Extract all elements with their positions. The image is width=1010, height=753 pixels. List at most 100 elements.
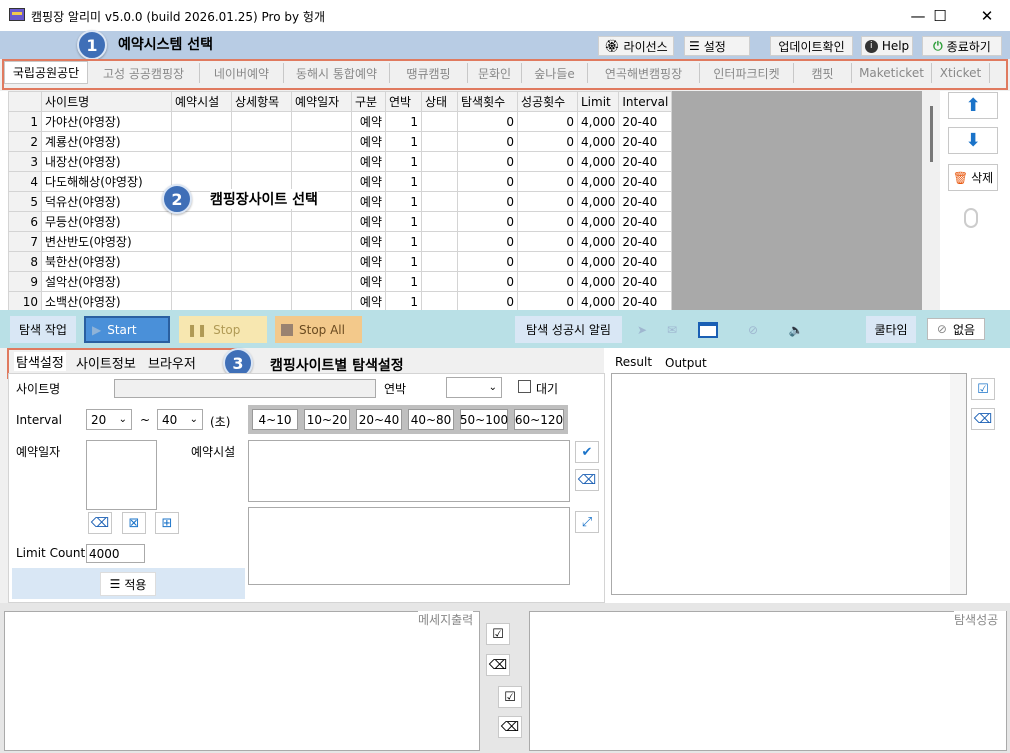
telegram-icon[interactable]: ➤ <box>632 316 652 343</box>
table-cell <box>421 271 458 292</box>
check-all-icon[interactable]: ✔ <box>575 441 599 463</box>
seconds-label: (초) <box>210 415 231 429</box>
add-date-icon[interactable]: ⊞ <box>155 512 179 534</box>
eraser-icon[interactable]: ⌫ <box>486 654 510 676</box>
column-header[interactable]: 상태 <box>421 91 458 112</box>
result-scrollbar[interactable] <box>950 374 966 594</box>
move-down-button[interactable]: ⬇ <box>948 127 998 154</box>
table-cell: 0 <box>517 131 578 152</box>
table-cell <box>291 271 352 292</box>
badge-2: 2 <box>162 184 192 214</box>
table-cell: 20-40 <box>618 211 673 232</box>
interval-preset-button[interactable]: 4~10 <box>252 409 298 430</box>
column-header[interactable]: 상세항목 <box>231 91 292 112</box>
interval-preset-button[interactable]: 20~40 <box>356 409 402 430</box>
table-row[interactable]: 1 가야산(야영장) 예약 1 0 0 4,000 20-40 <box>8 111 673 132</box>
table-cell: 0 <box>517 211 578 232</box>
message-icon[interactable]: ✉ <box>662 316 682 343</box>
table-cell: 20-40 <box>618 271 673 292</box>
interval-preset-button[interactable]: 50~100 <box>460 409 508 430</box>
check-icon[interactable]: ☑ <box>486 623 510 645</box>
column-header[interactable]: 사이트명 <box>41 91 172 112</box>
table-cell <box>171 231 232 252</box>
site-name-input[interactable] <box>114 379 376 398</box>
window-notify-icon[interactable] <box>696 316 720 343</box>
table-row[interactable]: 8 북한산(야영장) 예약 1 0 0 4,000 20-40 <box>8 251 673 272</box>
close-button[interactable]: ✕ <box>964 0 1010 31</box>
column-header[interactable]: 구분 <box>351 91 386 112</box>
interval-to-select[interactable]: 40 ⌄ <box>157 409 203 430</box>
table-row[interactable]: 6 무등산(야영장) 예약 1 0 0 4,000 20-40 <box>8 211 673 232</box>
table-row[interactable]: 7 변산반도(야영장) 예약 1 0 0 4,000 20-40 <box>8 231 673 252</box>
delete-button[interactable]: 🗑 삭제 <box>948 164 998 191</box>
table-row[interactable]: 3 내장산(야영장) 예약 1 0 0 4,000 20-40 <box>8 151 673 172</box>
table-cell: 0 <box>457 131 518 152</box>
grid-scroll-thumb[interactable] <box>930 106 933 162</box>
table-cell: 20-40 <box>618 251 673 272</box>
delete-date-icon[interactable]: ⊠ <box>122 512 146 534</box>
chevron-down-icon: ⌄ <box>488 382 497 393</box>
column-header[interactable]: 성공횟수 <box>517 91 578 112</box>
tab-output[interactable]: Output <box>663 356 709 370</box>
cooltime-label: 쿨타임 <box>866 316 916 343</box>
table-row[interactable]: 9 설악산(야영장) 예약 1 0 0 4,000 20-40 <box>8 271 673 292</box>
start-button[interactable]: ▶ Start <box>84 316 170 343</box>
table-cell <box>421 131 458 152</box>
column-header[interactable]: 예약일자 <box>291 91 352 112</box>
table-cell: 4,000 <box>576 191 620 212</box>
eraser-icon[interactable]: ⌫ <box>971 408 995 430</box>
result-area[interactable] <box>611 373 967 595</box>
column-header[interactable]: 예약시설 <box>171 91 232 112</box>
move-up-button[interactable]: ⬆ <box>948 92 998 119</box>
table-cell: 4,000 <box>576 251 620 272</box>
limit-count-label: Limit Count <box>16 546 86 560</box>
check-icon[interactable]: ☑ <box>498 686 522 708</box>
message-output[interactable] <box>4 611 480 751</box>
table-cell: 0 <box>517 111 578 132</box>
stop-button[interactable]: ❚❚ Stop <box>179 316 267 343</box>
interval-from-select[interactable]: 20 ⌄ <box>86 409 132 430</box>
eraser-icon[interactable]: ⌫ <box>575 469 599 491</box>
table-row[interactable]: 5 덕유산(야영장) 예약 1 0 0 4,000 20-40 <box>8 191 673 212</box>
table-row[interactable]: 10 소백산(야영장) 예약 1 0 0 4,000 20-40 <box>8 291 673 312</box>
table-row[interactable]: 2 계룡산(야영장) 예약 1 0 0 4,000 20-40 <box>8 131 673 152</box>
apply-button[interactable]: ☰ 적용 <box>100 572 156 596</box>
settings-button[interactable]: ☰ 설정 <box>684 36 750 56</box>
wait-checkbox[interactable] <box>518 380 531 393</box>
search-success-output[interactable] <box>529 611 1007 751</box>
limit-count-input[interactable]: 4000 <box>86 544 145 563</box>
interval-preset-button[interactable]: 40~80 <box>408 409 454 430</box>
update-check-button[interactable]: 업데이트확인 <box>770 36 853 56</box>
maximize-button[interactable]: ☐ <box>917 0 963 31</box>
dates-list[interactable] <box>86 440 157 510</box>
exit-button[interactable]: ⏻ 종료하기 <box>922 36 1002 56</box>
facility-list[interactable] <box>248 440 570 502</box>
table-cell <box>421 231 458 252</box>
badge-1: 1 <box>77 30 107 60</box>
table-cell: 4,000 <box>576 131 620 152</box>
tab-result[interactable]: Result <box>615 355 652 369</box>
column-header[interactable]: Interval <box>618 91 673 112</box>
table-cell: 20-40 <box>618 131 673 152</box>
check-icon[interactable]: ☑ <box>971 378 995 400</box>
table-row[interactable]: 4 다도해해상(야영장) 예약 1 0 0 4,000 20-40 <box>8 171 673 192</box>
eraser-icon[interactable]: ⌫ <box>88 512 112 534</box>
stop-all-button[interactable]: Stop All <box>275 316 362 343</box>
expand-icon[interactable]: ⤢ <box>575 511 599 533</box>
sliders-icon: ☰ <box>689 39 700 53</box>
eraser-icon[interactable]: ⌫ <box>498 716 522 738</box>
interval-preset-button[interactable]: 10~20 <box>304 409 350 430</box>
sound-icon[interactable]: 🔈 <box>785 316 807 343</box>
table-cell: 예약 <box>351 151 386 172</box>
column-header[interactable]: 탐색횟수 <box>457 91 518 112</box>
column-header[interactable]: Limit <box>576 91 620 112</box>
cooltime-none-button[interactable]: ⊘ 없음 <box>927 318 985 340</box>
license-button[interactable]: 🏵 라이선스 <box>598 36 674 56</box>
tabs-highlight-outline <box>2 59 1008 90</box>
interval-preset-button[interactable]: 60~120 <box>514 409 564 430</box>
help-button[interactable]: i Help <box>861 36 913 56</box>
column-header[interactable]: 연박 <box>385 91 422 112</box>
nights-select[interactable]: ⌄ <box>446 377 502 398</box>
facility-detail-list[interactable] <box>248 507 570 585</box>
block-icon[interactable]: ⊘ <box>742 316 764 343</box>
